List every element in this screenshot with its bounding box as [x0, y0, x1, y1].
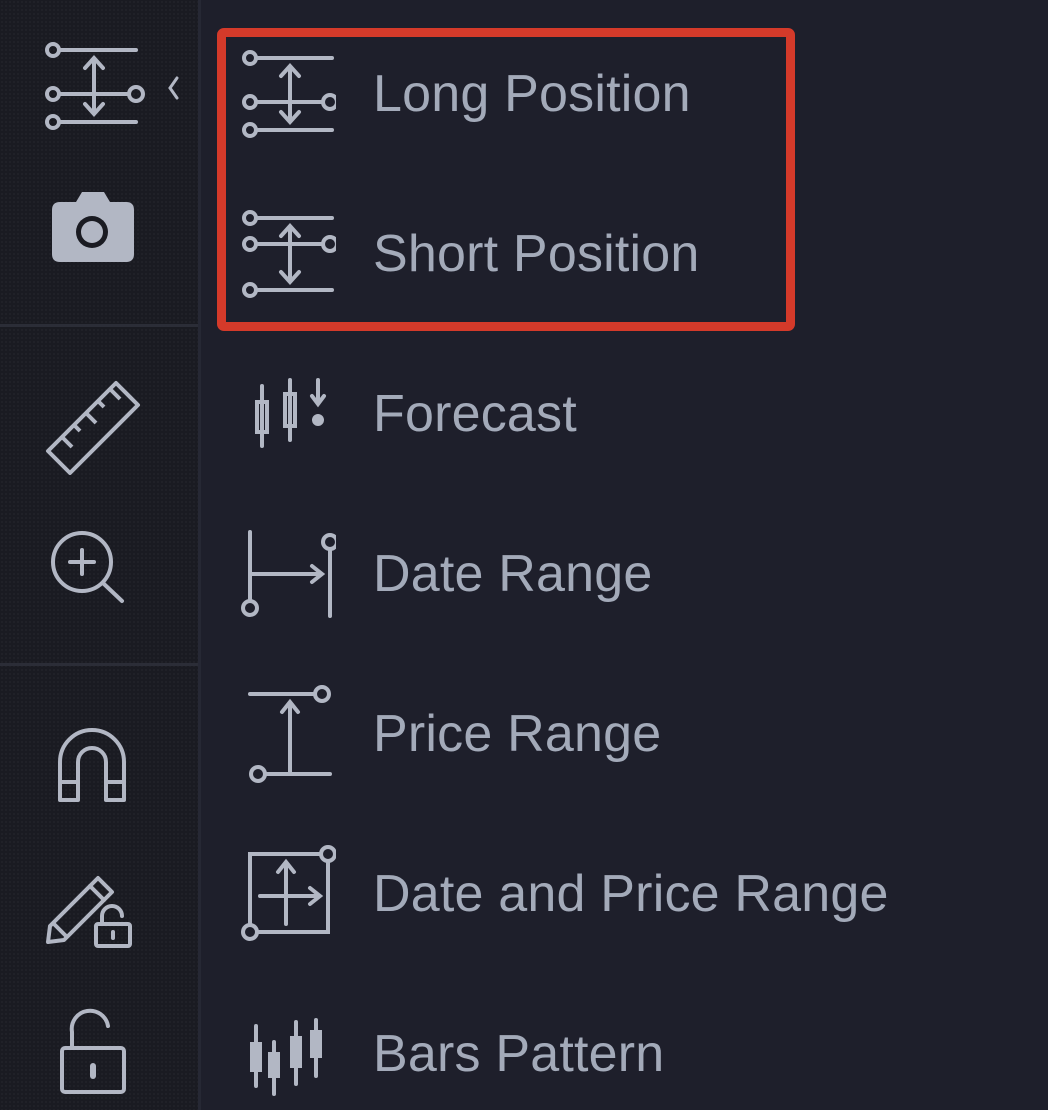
menu-item-bars-pattern[interactable]: Bars Pattern: [236, 998, 1016, 1110]
menu-item-price-range[interactable]: Price Range: [236, 678, 1016, 790]
menu-item-forecast[interactable]: Forecast: [236, 358, 1016, 470]
camera-icon: [52, 192, 134, 262]
menu-item-label: Date Range: [373, 545, 653, 603]
price-range-icon: [236, 678, 336, 790]
long-position-icon: [45, 42, 179, 130]
magnet-mode-button[interactable]: [56, 724, 128, 804]
zoom-in-button[interactable]: [48, 526, 130, 606]
menu-item-label: Long Position: [373, 65, 691, 123]
forecast-icon: [236, 358, 336, 470]
menu-item-label: Date and Price Range: [373, 865, 889, 923]
pencil-lock-icon: [46, 876, 132, 948]
expand-chevron-icon: [168, 76, 179, 100]
long-position-tool-button[interactable]: [40, 38, 190, 138]
magnet-icon: [58, 728, 126, 802]
menu-item-short-position[interactable]: Short Position: [236, 198, 1016, 310]
screenshot-button[interactable]: [48, 188, 138, 268]
lock-drawings-button[interactable]: [44, 866, 136, 950]
bars-pattern-icon: [236, 998, 336, 1110]
menu-item-label: Bars Pattern: [373, 1025, 665, 1083]
long-position-icon: [236, 38, 336, 150]
date-price-range-icon: [236, 838, 336, 950]
measure-button[interactable]: [42, 375, 142, 475]
ruler-icon: [46, 381, 140, 475]
menu-item-label: Price Range: [373, 705, 662, 763]
menu-item-long-position[interactable]: Long Position: [236, 38, 1016, 150]
menu-item-label: Short Position: [373, 225, 700, 283]
date-range-icon: [236, 518, 336, 630]
lock-all-button[interactable]: [58, 1008, 128, 1096]
lock-open-icon: [60, 1008, 126, 1094]
toolbar-divider: [0, 663, 198, 666]
menu-item-label: Forecast: [373, 385, 577, 443]
short-position-icon: [236, 198, 336, 310]
zoom-in-icon: [51, 531, 124, 603]
menu-item-date-range[interactable]: Date Range: [236, 518, 1016, 630]
toolbar-divider: [0, 324, 198, 327]
left-toolbar: [0, 0, 198, 1110]
menu-item-date-and-price-range[interactable]: Date and Price Range: [236, 838, 1016, 950]
